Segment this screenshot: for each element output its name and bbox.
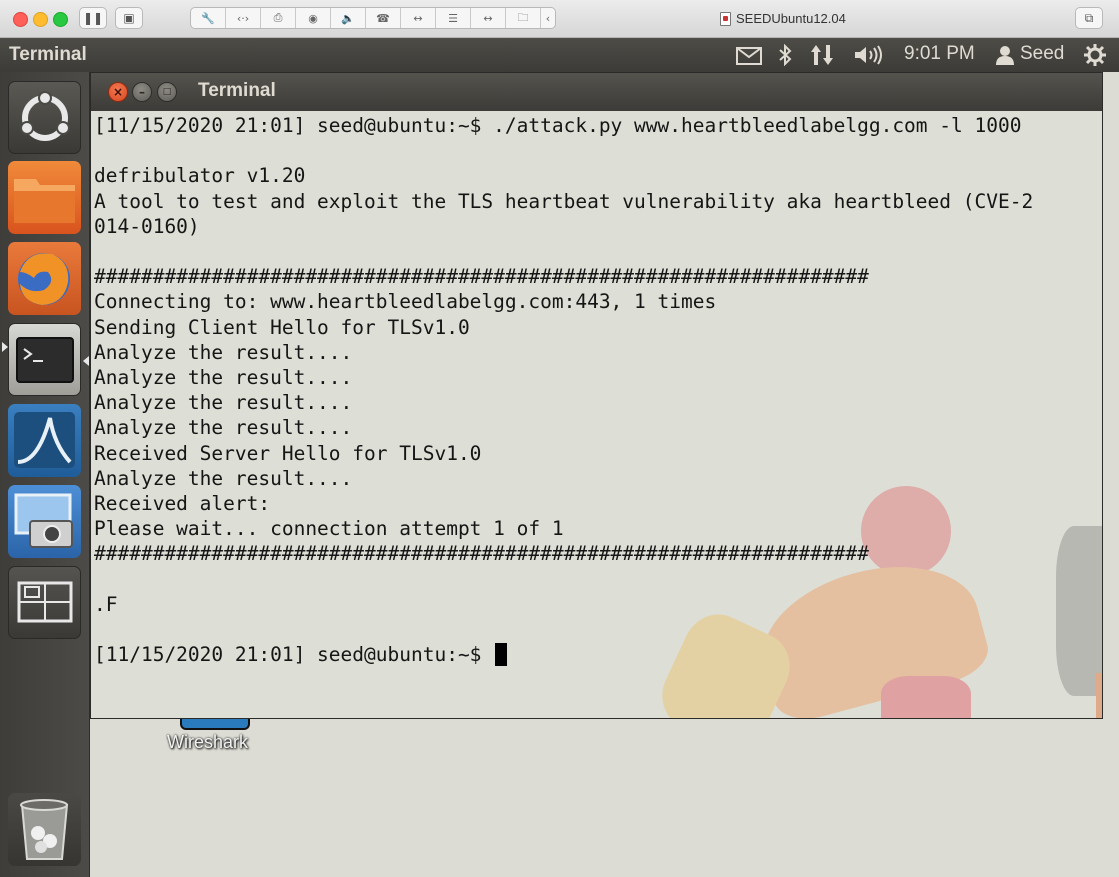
phone-button[interactable]: ☎	[366, 8, 401, 28]
settings-button[interactable]: 🔧	[191, 8, 226, 28]
terminal-line: Analyze the result....	[94, 466, 353, 490]
active-indicator-right	[83, 356, 89, 366]
files-launcher[interactable]	[8, 161, 81, 234]
printer-button[interactable]: ⎙	[261, 8, 296, 28]
terminal-icon	[16, 337, 74, 383]
terminal-line: Received alert:	[94, 492, 271, 516]
terminal-close-button[interactable]: ×	[108, 82, 128, 102]
disk-icon: ☰	[448, 11, 458, 25]
usb-button-2[interactable]: ↔	[471, 8, 506, 28]
terminal-line: Analyze the result....	[94, 340, 353, 364]
terminal-line: [11/15/2020 21:01] seed@ubuntu:~$ ./atta…	[94, 114, 1022, 137]
code-button[interactable]: ‹·›	[226, 8, 261, 28]
workspaces-launcher[interactable]	[8, 566, 81, 639]
trash-launcher[interactable]	[8, 793, 81, 866]
ubuntu-logo-icon	[20, 91, 70, 141]
document-icon	[720, 11, 731, 26]
volume-icon[interactable]	[854, 45, 884, 65]
terminal-window: × – □ Terminal [11/15/2020 21:01] seed@u…	[90, 72, 1103, 719]
terminal-prompt: [11/15/2020 21:01] seed@ubuntu:~$	[94, 643, 494, 667]
folder-icon: 🗀	[517, 10, 529, 24]
user-icon	[996, 46, 1014, 65]
terminal-titlebar[interactable]: × – □ Terminal	[91, 73, 1102, 111]
clock[interactable]: 9:01 PM	[904, 43, 975, 65]
code-icon: ‹·›	[236, 11, 250, 25]
terminal-line: 014-0160)	[94, 214, 200, 238]
wireshark-desktop-label[interactable]: Wireshark	[167, 732, 248, 753]
terminal-cursor[interactable]	[495, 643, 508, 667]
pause-button[interactable]: ❚❚	[79, 7, 107, 29]
pause-icon: ❚❚	[82, 11, 104, 25]
camera-button[interactable]: ◉	[296, 8, 331, 28]
printer-icon: ⎙	[273, 11, 283, 24]
panel-app-title: Terminal	[9, 44, 87, 65]
host-window-titlebar: ❚❚ ▣ 🔧 ‹·› ⎙ ◉ 🔈 ☎ ↔ ☰ ↔ 🗀 ‹ SEEDUbuntu1…	[0, 0, 1119, 38]
terminal-line: Received Server Hello for TLSv1.0	[94, 441, 482, 465]
terminal-line: Analyze the result....	[94, 416, 353, 440]
usb-button-1[interactable]: ↔	[401, 8, 436, 28]
firefox-launcher[interactable]	[8, 242, 81, 315]
wrench-icon: 🔧	[201, 11, 215, 25]
terminal-line: Connecting to: www.heartbleedlabelgg.com…	[94, 290, 717, 314]
terminal-output-area[interactable]: [11/15/2020 21:01] seed@ubuntu:~$ ./atta…	[91, 111, 1102, 718]
chevron-left-icon: ‹	[545, 11, 551, 25]
close-icon: ×	[112, 85, 124, 99]
dash-home-button[interactable]	[8, 81, 81, 154]
screenshot-camera-icon	[14, 493, 73, 548]
terminal-text: [11/15/2020 21:01] seed@ubuntu:~$ ./atta…	[94, 113, 1033, 667]
terminal-line: ########################################…	[94, 542, 869, 566]
zoom-window-button[interactable]	[53, 12, 68, 27]
screenshot-launcher[interactable]	[8, 485, 81, 558]
terminal-line: Analyze the result....	[94, 366, 353, 390]
host-window-title-text: SEEDUbuntu12.04	[736, 11, 846, 26]
phone-icon: ☎	[376, 11, 390, 25]
device-toolbar: 🔧 ‹·› ⎙ ◉ 🔈 ☎ ↔ ☰ ↔ 🗀 ‹	[190, 7, 556, 29]
terminal-line: ########################################…	[94, 265, 869, 289]
wireshark-launcher[interactable]	[8, 404, 81, 477]
launcher	[0, 72, 90, 877]
speaker-icon: 🔈	[341, 11, 355, 25]
fullscreen-icon: ⧉	[1084, 10, 1094, 25]
sound-button[interactable]: 🔈	[331, 8, 366, 28]
disk-button[interactable]: ☰	[436, 8, 471, 28]
minimize-window-button[interactable]	[33, 12, 48, 27]
terminal-line: defribulator v1.20	[94, 164, 306, 188]
minimize-icon: –	[139, 85, 145, 99]
terminal-maximize-button[interactable]: □	[157, 82, 177, 102]
terminal-window-title: Terminal	[198, 80, 276, 101]
trash-icon	[20, 799, 69, 860]
wireshark-fin-icon	[14, 412, 75, 468]
user-name[interactable]: Seed	[1020, 43, 1064, 65]
snapshot-button[interactable]: ▣	[115, 7, 143, 29]
camera-icon: ◉	[308, 11, 318, 25]
mail-icon[interactable]	[736, 47, 762, 65]
terminal-line: A tool to test and exploit the TLS heart…	[94, 189, 1034, 213]
snapshot-icon: ▣	[123, 11, 135, 25]
workspace-switcher-icon	[17, 581, 73, 623]
fullscreen-button[interactable]: ⧉	[1075, 7, 1103, 29]
shared-folder-button[interactable]: 🗀	[506, 8, 541, 28]
firefox-icon	[18, 253, 70, 305]
usb-icon: ↔	[483, 11, 493, 25]
terminal-line: Analyze the result....	[94, 391, 353, 415]
folder-icon	[14, 179, 75, 223]
usb-icon: ↔	[413, 11, 423, 25]
collapse-toolbar-button[interactable]: ‹	[541, 8, 555, 28]
terminal-minimize-button[interactable]: –	[132, 82, 152, 102]
terminal-line: Please wait... connection attempt 1 of 1	[94, 517, 564, 541]
network-icon[interactable]	[810, 44, 834, 66]
top-panel: Terminal 9:01 PM Seed	[0, 38, 1119, 72]
host-window-title: SEEDUbuntu12.04	[720, 11, 846, 26]
gear-icon[interactable]	[1083, 43, 1107, 67]
terminal-line: .F	[94, 592, 118, 616]
maximize-icon: □	[162, 87, 172, 97]
bluetooth-icon[interactable]	[778, 44, 792, 66]
terminal-launcher[interactable]	[8, 323, 81, 396]
terminal-line: Sending Client Hello for TLSv1.0	[94, 315, 470, 339]
close-window-button[interactable]	[13, 12, 28, 27]
